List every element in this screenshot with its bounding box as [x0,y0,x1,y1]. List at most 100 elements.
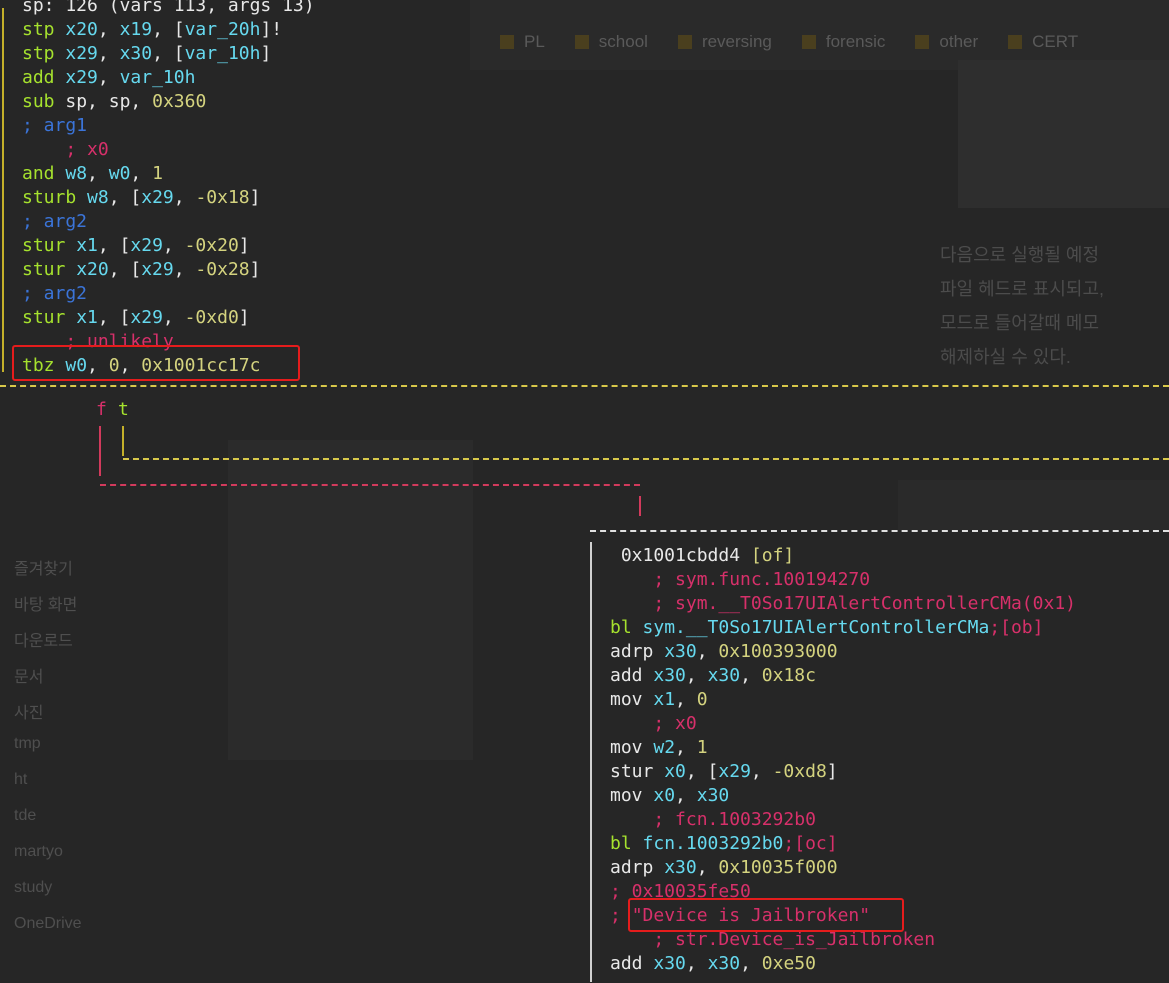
asm-line[interactable]: sturb w8, [x29, -0x18] [22,186,315,210]
asm-token: , [173,259,196,280]
asm-token: , [ [108,259,142,280]
asm-token: x20 [65,19,98,40]
asm-line[interactable]: add x29, var_10h [22,66,315,90]
sidebar-item: 다운로드 [14,633,73,650]
asm-line[interactable]: 0x1001cbdd4 [of] [610,544,1076,568]
asm-line[interactable]: mov w2, 1 [610,736,1076,760]
asm-token: ; sym.__T0So17UIAlertControllerCMa(0x1) [610,593,1076,614]
asm-token: sym.__T0So17UIAlertControllerCMa [642,617,990,638]
asm-token: ; arg2 [22,283,88,304]
asm-token: x29 [130,307,163,328]
asm-token: mov [610,785,654,806]
edge-false-horizontal [100,484,640,486]
bookmark-tab: PL [500,32,545,52]
asm-line[interactable]: stp x29, x30, [var_10h] [22,42,315,66]
asm-token: x30 [707,665,741,686]
asm-line[interactable]: bl sym.__T0So17UIAlertControllerCMa;[ob] [610,616,1076,640]
asm-line[interactable]: ; arg2 [22,282,315,306]
asm-token: x19 [119,19,153,40]
asm-token: ;[oc] [783,833,838,854]
asm-line[interactable]: adrp x30, 0x10035f000 [610,856,1076,880]
asm-line[interactable]: add x30, x30, 0xe50 [610,952,1076,976]
asm-line[interactable]: and w8, w0, 1 [22,162,315,186]
asm-token: x30 [653,953,686,974]
sidebar-item: 즐겨찾기 [14,561,73,578]
highlight-jailbroken-string [628,898,904,932]
background-bookmark-tabs: PL school reversing forensic other CERT [500,32,1078,52]
asm-token: stp [22,43,66,64]
asm-line[interactable]: mov x1, 0 [610,688,1076,712]
asm-token: sp [108,91,131,112]
asm-token: x1 [76,307,98,328]
asm-token: bl [610,833,643,854]
asm-token: add [610,665,654,686]
asm-line[interactable]: ; x0 [610,712,1076,736]
graph-node-entry[interactable]: sp: 126 (vars 113, args 13) stp x20, x19,… [0,0,470,379]
asm-token: 0x1001cbdd4 [610,545,751,566]
asm-token: ] [238,235,250,256]
asm-token: sub [22,91,66,112]
document-line: 파일 헤드로 표시되고, [940,279,1105,299]
asm-token: x20 [76,259,109,280]
asm-token: ] [238,307,250,328]
asm-token: var_20h [184,19,261,40]
asm-token: ]! [260,19,283,40]
asm-line[interactable]: ; sym.__T0So17UIAlertControllerCMa(0x1) [610,592,1076,616]
asm-token: fcn.1003292b0 [642,833,784,854]
asm-token: , [685,953,708,974]
asm-line[interactable]: stur x1, [x29, -0x20] [22,234,315,258]
asm-token: bl [610,617,643,638]
asm-line[interactable]: add x30, x30, 0x18c [610,664,1076,688]
asm-line[interactable]: ; arg1 [22,114,315,138]
asm-token: , [ [152,43,185,64]
branch-true-label: t [118,399,129,420]
sidebar-item: tde [14,807,37,824]
asm-token: adrp [610,857,665,878]
asm-line[interactable]: stur x1, [x29, -0xd0] [22,306,315,330]
asm-line[interactable]: ; fcn.1003292b0 [610,808,1076,832]
asm-line[interactable]: adrp x30, 0x100393000 [610,640,1076,664]
asm-token: x29 [141,187,174,208]
asm-token: , [750,761,773,782]
asm-token: -0xd0 [184,307,239,328]
asm-line[interactable]: sub sp, sp, 0x360 [22,90,315,114]
highlight-tbz-instruction [12,345,300,381]
branch-false-label: f [96,399,107,420]
asm-token: x29 [130,235,163,256]
asm-token: sp: 126 (vars 113, args 13) [22,0,315,16]
asm-token: -0x20 [184,235,239,256]
asm-line[interactable]: bl fcn.1003292b0;[oc] [610,832,1076,856]
sidebar-item: study [14,879,53,896]
asm-token: var_10h [184,43,261,64]
asm-line[interactable]: stur x0, [x29, -0xd8] [610,760,1076,784]
asm-token: x30 [696,785,730,806]
asm-token: ; arg2 [22,211,88,232]
asm-line[interactable]: ; arg2 [22,210,315,234]
asm-token: 0 [696,689,708,710]
asm-token: x30 [664,641,697,662]
background-explorer-sidebar: 즐겨찾기 바탕 화면 다운로드 문서 사진 tmp ht tde martyo study OneD… [0,555,190,951]
node-entry-bottom-border [0,385,1169,387]
asm-line[interactable]: sp: 126 (vars 113, args 13) [22,0,315,18]
asm-token: , [130,163,153,184]
asm-token: x29 [65,67,98,88]
asm-token: add [610,953,654,974]
asm-token: 1 [696,737,708,758]
asm-token: , [ [152,19,185,40]
asm-token: 0xe50 [761,953,816,974]
background-terminal [228,440,473,760]
asm-line[interactable]: stp x20, x19, [var_20h]! [22,18,315,42]
asm-token: stur [22,259,77,280]
asm-token: x30 [707,953,741,974]
edge-true-vertical [122,426,124,456]
asm-line[interactable]: ; sym.func.100194270 [610,568,1076,592]
asm-token: x30 [653,665,686,686]
asm-token: , [675,689,697,710]
asm-line[interactable]: ; x0 [22,138,315,162]
asm-line[interactable]: stur x20, [x29, -0x28] [22,258,315,282]
asm-token: sturb [22,187,88,208]
sidebar-item: ht [14,771,28,788]
asm-token: x30 [119,43,153,64]
asm-token: ; fcn.1003292b0 [610,809,816,830]
asm-line[interactable]: mov x0, x30 [610,784,1076,808]
